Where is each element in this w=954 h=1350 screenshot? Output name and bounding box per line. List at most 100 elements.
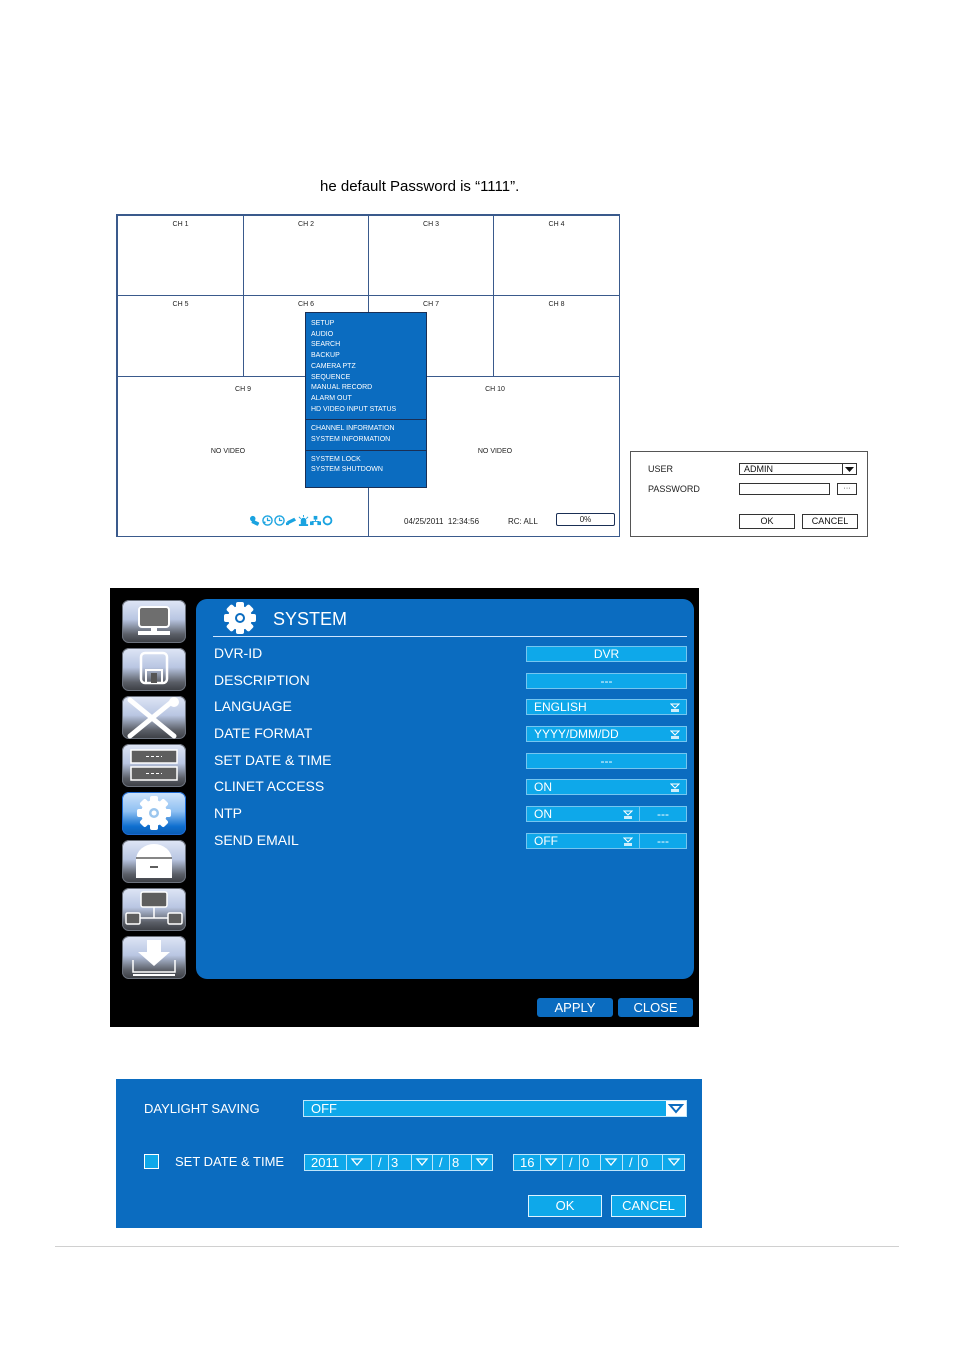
network-icon [125, 891, 183, 925]
setting-field[interactable]: ENGLISH [526, 699, 687, 715]
channel-tile[interactable]: CH 3 [368, 215, 494, 296]
channel-tile[interactable]: CH 8 [493, 295, 620, 377]
second-dropdown-icon[interactable] [662, 1155, 685, 1170]
day-dropdown-icon[interactable] [471, 1155, 493, 1170]
month-value[interactable]: 3 [388, 1155, 398, 1170]
hour-value[interactable]: 16 [520, 1155, 534, 1170]
page-footer-rule [55, 1246, 899, 1247]
channel-label: CH 1 [172, 221, 189, 228]
minute-value[interactable]: 0 [579, 1155, 589, 1170]
date-picker: 2011 / 3 / 8 [304, 1154, 493, 1171]
alarm-icon [298, 515, 309, 526]
setting-extra-value[interactable]: --- [640, 807, 686, 821]
tools-icon [127, 697, 179, 739]
clock-schedule-icon [262, 515, 273, 526]
date-time-dialog: DAYLIGHT SAVING OFF SET DATE & TIME 2011… [116, 1079, 702, 1228]
daylight-saving-select[interactable]: OFF [303, 1100, 687, 1117]
sidebar-item-record[interactable] [122, 648, 186, 691]
sidebar-item-tools[interactable] [122, 696, 186, 739]
user-select[interactable]: ADMIN [739, 463, 857, 475]
setting-value: YYYY/DMM/DD [534, 727, 619, 741]
channel-label: CH 2 [298, 221, 314, 228]
menu-item-sequence[interactable]: SEQUENCE [306, 373, 426, 384]
menu-item-camera-ptz[interactable]: CAMERA PTZ [306, 362, 426, 373]
setting-field[interactable]: --- [526, 673, 687, 689]
channel-label: CH 8 [548, 301, 565, 308]
set-date-time-checkbox[interactable] [144, 1154, 159, 1169]
menu-item-channel-information[interactable]: CHANNEL INFORMATION [306, 424, 426, 435]
menu-item-search[interactable]: SEARCH [306, 340, 426, 351]
menu-divider [306, 419, 426, 421]
title-divider [213, 636, 687, 637]
password-label: PASSWORD [648, 484, 700, 494]
dropdown-icon[interactable] [669, 729, 681, 739]
setting-label: DVR-ID [214, 645, 263, 661]
minute-dropdown-icon[interactable] [600, 1155, 621, 1170]
setting-extra-value[interactable]: --- [640, 834, 686, 848]
chevron-down-icon[interactable] [842, 464, 856, 474]
setting-field[interactable]: YYYY/DMM/DD [526, 726, 687, 742]
setting-label: DATE FORMAT [214, 725, 313, 741]
ok-button[interactable]: OK [528, 1195, 602, 1217]
system-panel: SYSTEM DVR-ID DVR DESCRIPTION --- LANGUAGE EN… [196, 599, 694, 979]
second-value[interactable]: 0 [638, 1155, 648, 1170]
menu-item-alarm-out[interactable]: ALARM OUT [306, 394, 426, 405]
status-icons [250, 515, 333, 526]
sidebar-item-system[interactable] [122, 792, 186, 835]
panel-title: SYSTEM [273, 609, 348, 629]
menu-item-audio[interactable]: AUDIO [306, 330, 426, 341]
cancel-button[interactable]: CANCEL [611, 1195, 686, 1217]
hour-dropdown-icon[interactable] [540, 1155, 561, 1170]
dropdown-icon[interactable] [622, 809, 634, 819]
day-value[interactable]: 8 [449, 1155, 459, 1170]
sidebar-item-network[interactable] [122, 888, 186, 931]
ok-button[interactable]: OK [739, 514, 795, 529]
setting-field[interactable]: ON --- [526, 806, 687, 822]
setting-field[interactable]: DVR [526, 646, 687, 662]
keyboard-button[interactable]: ··· [837, 483, 857, 495]
sidebar-item-security[interactable] [122, 840, 186, 883]
cancel-button[interactable]: CANCEL [802, 514, 858, 529]
apply-button[interactable]: APPLY [537, 998, 613, 1017]
login-dialog: USER ADMIN PASSWORD ··· OK CANCEL [630, 451, 868, 537]
sidebar-item-device[interactable] [122, 744, 186, 787]
menu-item-system-information[interactable]: SYSTEM INFORMATION [306, 435, 426, 446]
setting-value: ON [534, 780, 552, 794]
setting-field[interactable]: OFF --- [526, 833, 687, 849]
channel-tile[interactable]: CH 2 [243, 215, 369, 296]
menu-divider [306, 449, 426, 451]
camera-icon [286, 517, 297, 526]
setting-field[interactable]: --- [526, 753, 687, 769]
menu-item-setup[interactable]: SETUP [306, 319, 426, 330]
year-dropdown-icon[interactable] [346, 1155, 367, 1170]
close-button[interactable]: CLOSE [618, 998, 693, 1017]
setting-value: ON [534, 807, 552, 821]
month-dropdown-icon[interactable] [411, 1155, 432, 1170]
menu-item-backup[interactable]: BACKUP [306, 351, 426, 362]
setting-field[interactable]: ON [526, 779, 687, 795]
menu-item-manual-record[interactable]: MANUAL RECORD [306, 383, 426, 394]
dropdown-icon[interactable] [622, 836, 634, 846]
setting-label: SET DATE & TIME [214, 752, 332, 768]
setting-value: --- [600, 674, 613, 688]
chevron-down-icon[interactable] [666, 1101, 686, 1116]
menu-item-hd-video-input-status[interactable]: HD VIDEO INPUT STATUS [306, 405, 426, 416]
menu-item-system-shutdown[interactable]: SYSTEM SHUTDOWN [306, 465, 426, 476]
lock-icon [136, 844, 172, 878]
dropdown-icon[interactable] [669, 702, 681, 712]
dropdown-icon[interactable] [669, 782, 681, 792]
time-picker: 16 / 0 / 0 [513, 1154, 685, 1171]
channel-tile[interactable]: CH 4 [493, 215, 620, 296]
sidebar-item-display[interactable] [122, 600, 186, 643]
setting-label: NTP [214, 805, 242, 821]
setting-label: CLINET ACCESS [214, 778, 325, 794]
year-value[interactable]: 2011 [311, 1155, 339, 1170]
intro-text: he default Password is “1111”. [320, 178, 520, 195]
channel-tile[interactable]: CH 5 [117, 295, 244, 377]
channel-tile[interactable]: CH 1 [117, 215, 244, 296]
password-input[interactable] [739, 483, 830, 495]
menu-item-system-lock[interactable]: SYSTEM LOCK [306, 455, 426, 466]
channel-label: CH 4 [548, 221, 565, 228]
time-separator: / [622, 1155, 633, 1170]
sidebar-item-backup[interactable] [122, 936, 186, 979]
